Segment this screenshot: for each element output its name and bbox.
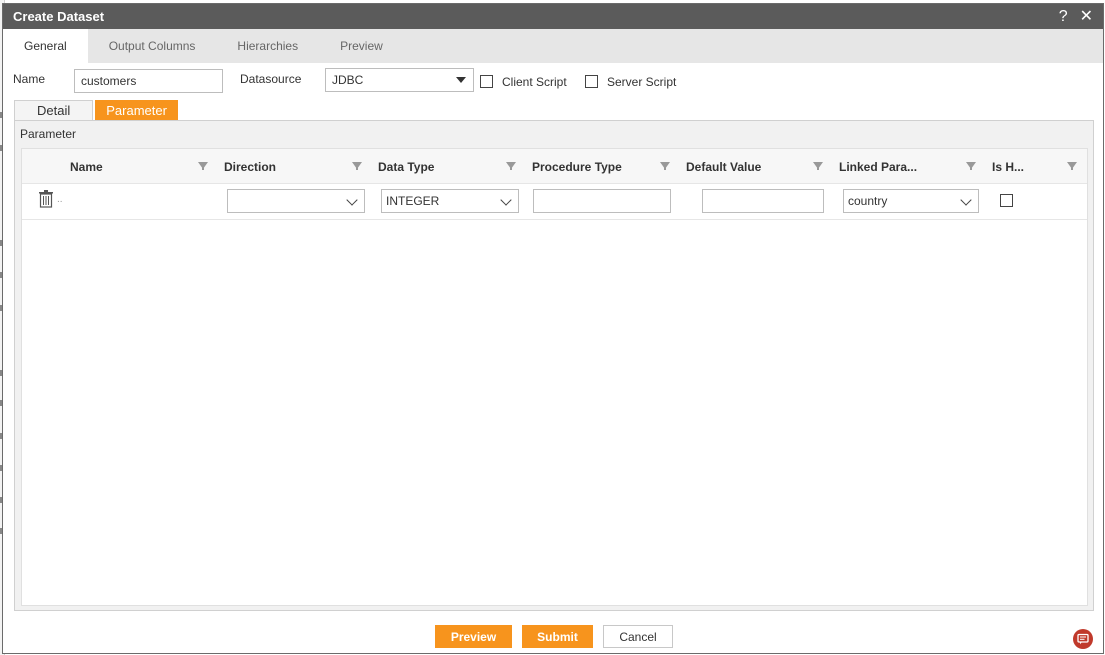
subtab-parameter[interactable]: Parameter xyxy=(95,100,178,120)
direction-select[interactable] xyxy=(227,189,365,213)
name-input[interactable] xyxy=(74,69,223,93)
chevron-down-icon xyxy=(500,194,512,206)
column-header-name[interactable]: Name xyxy=(70,149,103,184)
dialog-footer: Preview Submit Cancel xyxy=(3,625,1103,649)
datasource-select[interactable]: JDBC xyxy=(325,68,474,92)
grid-header: Name Direction Data Type Procedure Type … xyxy=(22,149,1087,184)
parameter-panel-title: Parameter xyxy=(20,127,77,141)
filter-icon[interactable] xyxy=(660,162,670,170)
chevron-down-icon xyxy=(960,194,972,206)
filter-icon[interactable] xyxy=(1067,162,1077,170)
main-tabs: General Output Columns Hierarchies Previ… xyxy=(3,29,1103,63)
filter-icon[interactable] xyxy=(813,162,823,170)
filter-icon[interactable] xyxy=(198,162,208,170)
close-icon[interactable]: ✕ xyxy=(1080,8,1093,25)
trash-icon[interactable] xyxy=(39,190,53,208)
filter-icon[interactable] xyxy=(966,162,976,170)
dialog-title: Create Dataset xyxy=(13,9,105,24)
parameter-panel: Parameter Name Direction Data Type Proce… xyxy=(14,120,1094,611)
client-script-checkbox[interactable] xyxy=(480,75,493,88)
cancel-button[interactable]: Cancel xyxy=(603,625,673,648)
dataset-form-row: Name Datasource JDBC Client Script Serve… xyxy=(3,68,1103,96)
create-dataset-dialog: Create Dataset ? ✕ General Output Column… xyxy=(2,3,1104,654)
column-header-linked-parameter[interactable]: Linked Para... xyxy=(839,149,917,184)
column-header-direction[interactable]: Direction xyxy=(224,149,276,184)
procedure-type-input[interactable] xyxy=(533,189,671,213)
row-name-cell[interactable]: .. xyxy=(57,194,63,205)
column-header-default-value[interactable]: Default Value xyxy=(686,149,761,184)
detail-parameter-tabs: Detail Parameter xyxy=(14,100,180,120)
linked-parameter-value: country xyxy=(848,194,888,208)
server-script-checkbox[interactable] xyxy=(585,75,598,88)
preview-button[interactable]: Preview xyxy=(435,625,512,648)
client-script-label: Client Script xyxy=(502,75,567,89)
dialog-titlebar: Create Dataset ? ✕ xyxy=(3,4,1103,29)
data-type-select[interactable]: INTEGER xyxy=(381,189,519,213)
chat-icon[interactable] xyxy=(1073,629,1093,649)
help-icon[interactable]: ? xyxy=(1059,8,1068,25)
tab-output-columns[interactable]: Output Columns xyxy=(88,29,217,63)
table-row: .. INTEGER country xyxy=(22,184,1087,220)
tab-general[interactable]: General xyxy=(3,29,88,63)
server-script-label: Server Script xyxy=(607,75,677,89)
filter-icon[interactable] xyxy=(352,162,362,170)
chevron-down-icon xyxy=(346,194,358,206)
datasource-value: JDBC xyxy=(332,73,364,87)
data-type-value: INTEGER xyxy=(386,194,440,208)
column-header-is-hidden[interactable]: Is H... xyxy=(992,149,1024,184)
tab-preview[interactable]: Preview xyxy=(319,29,404,63)
datasource-label: Datasource xyxy=(240,72,302,86)
filter-icon[interactable] xyxy=(506,162,516,170)
parameter-grid: Name Direction Data Type Procedure Type … xyxy=(21,148,1088,606)
name-label: Name xyxy=(13,72,46,86)
tab-hierarchies[interactable]: Hierarchies xyxy=(216,29,319,63)
linked-parameter-select[interactable]: country xyxy=(843,189,979,213)
is-hidden-checkbox[interactable] xyxy=(1000,194,1013,207)
subtab-detail[interactable]: Detail xyxy=(14,100,94,120)
default-value-input[interactable] xyxy=(702,189,824,213)
caret-down-icon xyxy=(456,77,466,83)
submit-button[interactable]: Submit xyxy=(522,625,593,648)
column-header-procedure-type[interactable]: Procedure Type xyxy=(532,149,622,184)
column-header-data-type[interactable]: Data Type xyxy=(378,149,434,184)
